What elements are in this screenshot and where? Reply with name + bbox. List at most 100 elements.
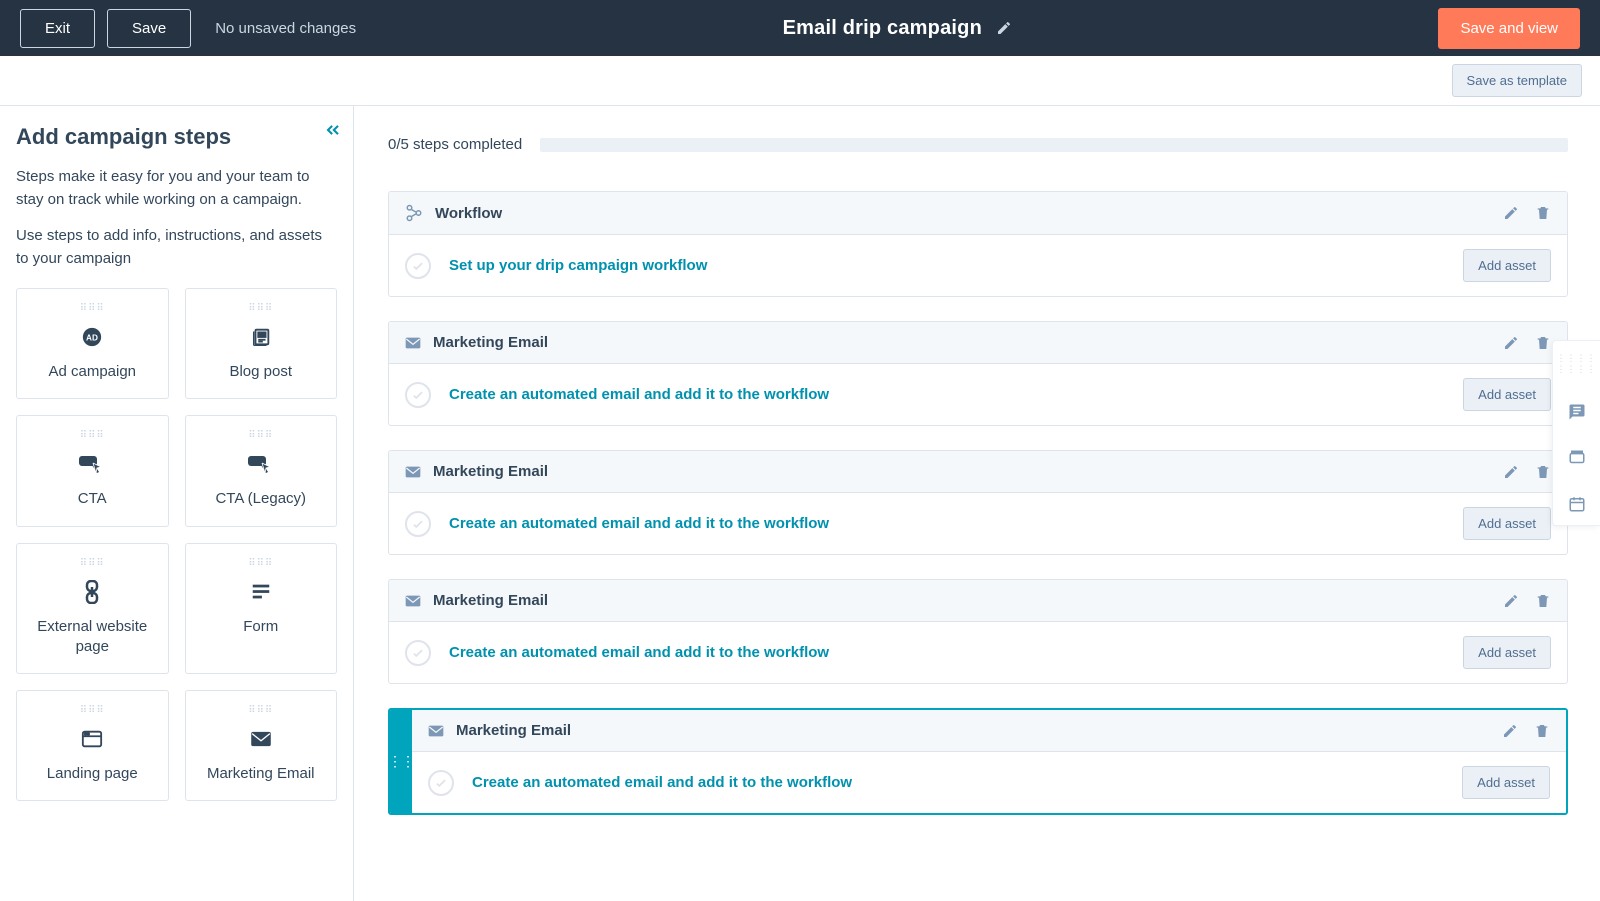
tile-label: CTA bbox=[78, 489, 107, 509]
drag-grip-icon: ⠿⠿⠿ bbox=[248, 558, 273, 569]
right-tool-rail: ⋮⋮⋮⋮⋮⋮⋮⋮ bbox=[1552, 340, 1600, 526]
step-tile-form[interactable]: ⠿⠿⠿ Form bbox=[185, 543, 338, 675]
step-task-link[interactable]: Create an automated email and add it to … bbox=[449, 386, 1463, 403]
email-icon bbox=[405, 466, 421, 478]
add-asset-button[interactable]: Add asset bbox=[1463, 507, 1551, 540]
drag-grip-icon[interactable]: ⋮⋮⋮⋮⋮⋮⋮⋮ bbox=[1557, 353, 1597, 375]
tile-label: Blog post bbox=[229, 362, 292, 382]
step-card: Workflow Set up your drip campaign workf… bbox=[388, 191, 1568, 297]
complete-toggle-icon[interactable] bbox=[405, 382, 431, 408]
step-tile-landing-page[interactable]: ⠿⠿⠿ Landing page bbox=[16, 690, 169, 801]
step-task-link[interactable]: Create an automated email and add it to … bbox=[449, 515, 1463, 532]
tile-label: External website page bbox=[27, 617, 158, 658]
step-task-link[interactable]: Create an automated email and add it to … bbox=[449, 644, 1463, 661]
step-type-label: Workflow bbox=[435, 205, 1503, 222]
complete-toggle-icon[interactable] bbox=[405, 511, 431, 537]
step-type-label: Marketing Email bbox=[433, 463, 1503, 480]
drag-grip-icon: ⠿⠿⠿ bbox=[248, 705, 273, 716]
cta-icon bbox=[248, 451, 274, 477]
delete-step-icon[interactable] bbox=[1535, 593, 1551, 609]
complete-toggle-icon[interactable] bbox=[405, 640, 431, 666]
add-asset-button[interactable]: Add asset bbox=[1463, 378, 1551, 411]
save-and-view-button[interactable]: Save and view bbox=[1438, 8, 1580, 49]
sidebar: Add campaign steps Steps make it easy fo… bbox=[0, 106, 354, 901]
email-icon bbox=[428, 725, 444, 737]
step-header: Workflow bbox=[389, 192, 1567, 235]
tile-label: Form bbox=[243, 617, 278, 637]
ad-icon: AD bbox=[81, 324, 103, 350]
step-card: Marketing Email Create an automated emai… bbox=[388, 579, 1568, 684]
step-card: Marketing Email Create an automated emai… bbox=[388, 321, 1568, 426]
edit-step-icon[interactable] bbox=[1503, 335, 1519, 351]
assets-panel-icon[interactable] bbox=[1568, 449, 1586, 467]
save-status-text: No unsaved changes bbox=[215, 20, 356, 37]
sidebar-description-2: Use steps to add info, instructions, and… bbox=[16, 225, 337, 270]
drag-grip-icon: ⠿⠿⠿ bbox=[248, 430, 273, 441]
step-task-link[interactable]: Set up your drip campaign workflow bbox=[449, 257, 1463, 274]
landing-icon bbox=[81, 726, 103, 752]
link-icon bbox=[82, 579, 102, 605]
complete-toggle-icon[interactable] bbox=[428, 770, 454, 796]
step-card: Marketing Email Create an automated emai… bbox=[388, 450, 1568, 555]
edit-step-icon[interactable] bbox=[1502, 723, 1518, 739]
step-type-label: Marketing Email bbox=[433, 592, 1503, 609]
edit-step-icon[interactable] bbox=[1503, 464, 1519, 480]
blog-icon bbox=[250, 324, 272, 350]
step-tile-blog-post[interactable]: ⠿⠿⠿ Blog post bbox=[185, 288, 338, 399]
step-task-link[interactable]: Create an automated email and add it to … bbox=[472, 774, 1462, 791]
step-header: Marketing Email bbox=[412, 710, 1566, 752]
step-tile-marketing-email[interactable]: ⠿⠿⠿ Marketing Email bbox=[185, 690, 338, 801]
step-tile-cta[interactable]: ⠿⠿⠿ CTA bbox=[16, 415, 169, 526]
comments-icon[interactable] bbox=[1568, 403, 1586, 421]
save-button[interactable]: Save bbox=[107, 9, 191, 48]
save-as-template-button[interactable]: Save as template bbox=[1452, 64, 1582, 97]
form-icon bbox=[250, 579, 272, 605]
step-tile-external-website-page[interactable]: ⠿⠿⠿ External website page bbox=[16, 543, 169, 675]
workflow-icon bbox=[405, 204, 423, 222]
edit-step-icon[interactable] bbox=[1503, 593, 1519, 609]
step-header: Marketing Email bbox=[389, 451, 1567, 493]
tile-label: Ad campaign bbox=[48, 362, 136, 382]
step-card: ⋮⋮ Marketing Email Create an automated e… bbox=[388, 708, 1568, 815]
delete-step-icon[interactable] bbox=[1535, 464, 1551, 480]
step-tile-ad-campaign[interactable]: ⠿⠿⠿ AD Ad campaign bbox=[16, 288, 169, 399]
content-area: 0/5 steps completed Workflow Set up your… bbox=[354, 106, 1600, 901]
progress-bar bbox=[540, 138, 1568, 152]
email-icon bbox=[250, 726, 272, 752]
tile-label: CTA (Legacy) bbox=[215, 489, 306, 509]
add-asset-button[interactable]: Add asset bbox=[1462, 766, 1550, 799]
tile-label: Landing page bbox=[47, 764, 138, 784]
add-asset-button[interactable]: Add asset bbox=[1463, 636, 1551, 669]
edit-step-icon[interactable] bbox=[1503, 205, 1519, 221]
tile-label: Marketing Email bbox=[207, 764, 315, 784]
calendar-icon[interactable] bbox=[1568, 495, 1586, 513]
drag-grip-icon: ⠿⠿⠿ bbox=[248, 303, 273, 314]
drag-grip-icon: ⠿⠿⠿ bbox=[80, 558, 105, 569]
step-header: Marketing Email bbox=[389, 580, 1567, 622]
delete-step-icon[interactable] bbox=[1535, 335, 1551, 351]
exit-button[interactable]: Exit bbox=[20, 9, 95, 48]
drag-grip-icon: ⠿⠿⠿ bbox=[80, 430, 105, 441]
step-type-label: Marketing Email bbox=[433, 334, 1503, 351]
delete-step-icon[interactable] bbox=[1534, 723, 1550, 739]
sub-header: Save as template bbox=[0, 56, 1600, 106]
step-tile-cta-legacy-[interactable]: ⠿⠿⠿ CTA (Legacy) bbox=[185, 415, 338, 526]
svg-text:AD: AD bbox=[86, 334, 98, 343]
cta-icon bbox=[79, 451, 105, 477]
campaign-title: Email drip campaign bbox=[783, 17, 982, 40]
sidebar-title: Add campaign steps bbox=[16, 124, 337, 150]
complete-toggle-icon[interactable] bbox=[405, 253, 431, 279]
top-header: Exit Save No unsaved changes Email drip … bbox=[0, 0, 1600, 56]
step-header: Marketing Email bbox=[389, 322, 1567, 364]
edit-title-icon[interactable] bbox=[996, 20, 1012, 36]
progress-text: 0/5 steps completed bbox=[388, 136, 522, 153]
email-icon bbox=[405, 337, 421, 349]
drag-grip-icon: ⠿⠿⠿ bbox=[80, 705, 105, 716]
email-icon bbox=[405, 595, 421, 607]
drag-handle[interactable]: ⋮⋮ bbox=[390, 710, 412, 813]
step-type-label: Marketing Email bbox=[456, 722, 1502, 739]
sidebar-description-1: Steps make it easy for you and your team… bbox=[16, 166, 337, 211]
delete-step-icon[interactable] bbox=[1535, 205, 1551, 221]
collapse-sidebar-icon[interactable] bbox=[323, 120, 343, 140]
add-asset-button[interactable]: Add asset bbox=[1463, 249, 1551, 282]
